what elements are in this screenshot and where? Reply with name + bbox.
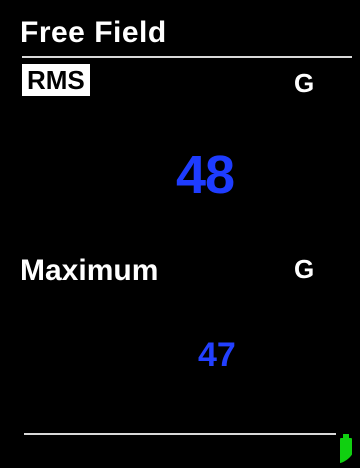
- rms-unit: G: [294, 68, 315, 98]
- maximum-value: 47: [198, 336, 236, 374]
- rms-label[interactable]: RMS: [22, 64, 90, 96]
- battery-icon: [340, 434, 352, 464]
- battery-body: [340, 438, 352, 464]
- maximum-label[interactable]: Maximum: [20, 254, 158, 288]
- bottom-divider: [24, 433, 336, 435]
- rms-value: 48: [176, 145, 235, 205]
- maximum-unit: G: [294, 254, 315, 284]
- device-screen: Free Field RMS G 48 Maximum G 47: [6, 4, 356, 464]
- page-title: Free Field: [20, 16, 167, 49]
- top-divider: [22, 56, 352, 58]
